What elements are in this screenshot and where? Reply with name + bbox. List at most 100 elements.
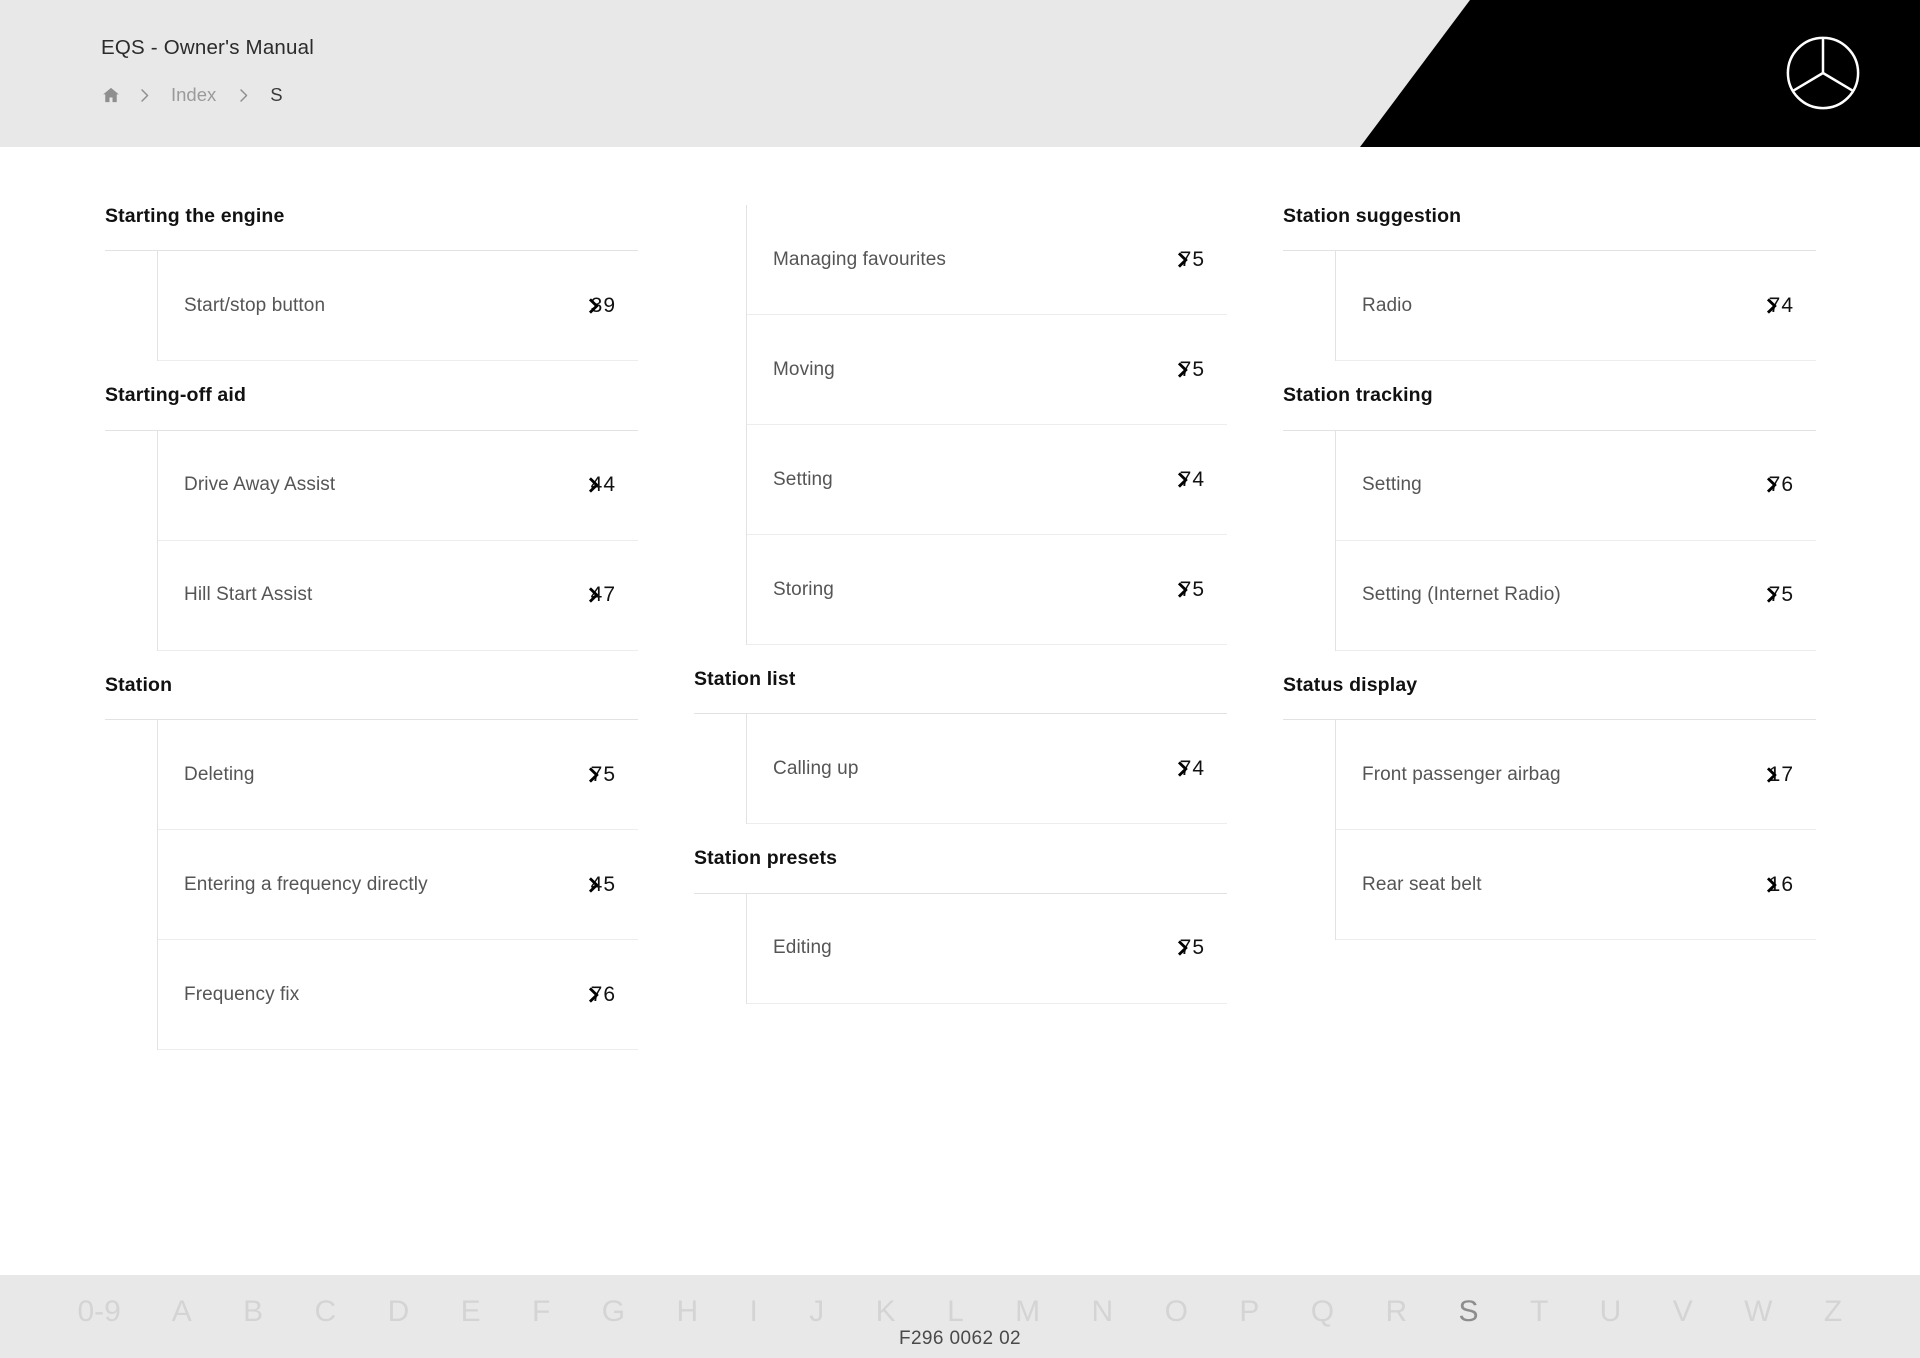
index-entry-list: Drive Away Assist 44 Hill Start Assist 47 [157, 430, 638, 651]
alphabet-letter-b[interactable]: B [218, 1275, 289, 1327]
index-group: Starting the engine Start/stop button 39 [105, 205, 638, 362]
index-entry-row[interactable]: Deleting 75 [158, 720, 638, 831]
alphabet-letter-j[interactable]: J [784, 1275, 850, 1327]
index-entry-page-number[interactable]: 75 [1159, 578, 1207, 602]
alphabet-letter-a[interactable]: A [146, 1275, 217, 1327]
page-link-chevron-icon [583, 476, 602, 495]
index-entry-row[interactable]: Radio 74 [1336, 251, 1816, 362]
alphabet-letter-l[interactable]: L [922, 1275, 990, 1327]
index-entry-label: Setting [773, 468, 833, 490]
alphabet-letter-v[interactable]: V [1647, 1275, 1718, 1327]
index-entry-label: Front passenger airbag [1362, 763, 1561, 785]
index-entry-label: Setting [1362, 474, 1422, 496]
index-entry-list: Calling up 74 [746, 714, 1227, 825]
alphabet-letter-d[interactable]: D [362, 1275, 435, 1327]
index-entry-row[interactable]: Drive Away Assist 44 [158, 431, 638, 541]
index-entry-label: Managing favourites [773, 248, 947, 270]
alphabet-letter-n[interactable]: N [1066, 1275, 1139, 1327]
index-entry-page-number[interactable]: 75 [1159, 358, 1207, 382]
index-entry-page-number[interactable]: 75 [1159, 936, 1207, 960]
index-entry-label: Entering a frequency directly [184, 873, 428, 895]
index-entry-page-number[interactable]: 75 [1748, 583, 1796, 607]
breadcrumb-home-link[interactable] [101, 85, 131, 105]
alphabet-letter-w[interactable]: W [1719, 1275, 1799, 1327]
alphabet-letter-u[interactable]: U [1574, 1275, 1647, 1327]
page-link-chevron-icon [583, 586, 602, 605]
index-entry-row[interactable]: Setting 76 [1336, 431, 1816, 541]
page-link-chevron-icon [1172, 250, 1191, 269]
index-group-heading: Status display [1283, 673, 1418, 696]
index-entry-row[interactable]: Setting (Internet Radio) 75 [1336, 541, 1816, 651]
page-link-chevron-icon [583, 296, 602, 315]
page-link-chevron-icon [583, 985, 602, 1004]
index-entry-page-number[interactable]: 76 [570, 983, 618, 1007]
index-entry-page-number[interactable]: 17 [1748, 763, 1796, 787]
alphabet-letter-e[interactable]: E [435, 1275, 506, 1327]
index-group-heading: Station tracking [1283, 384, 1433, 407]
index-entry-row[interactable]: Managing favourites 75 [747, 205, 1227, 315]
index-entry-page-number[interactable]: 74 [1159, 468, 1207, 492]
index-entry-label: Moving [773, 358, 835, 380]
alphabet-letter-i[interactable]: I [724, 1275, 784, 1327]
breadcrumb-item-current[interactable]: S [256, 84, 296, 106]
index-entry-label: Hill Start Assist [184, 584, 313, 606]
index-entry-row[interactable]: Start/stop button 39 [158, 251, 638, 362]
document-code: F296 0062 02 [898, 1328, 1022, 1349]
alphabet-letter-09[interactable]: 0-9 [52, 1275, 146, 1327]
index-entry-label: Drive Away Assist [184, 474, 336, 496]
index-entry-page-number[interactable]: 75 [570, 763, 618, 787]
alphabet-letter-s[interactable]: S [1433, 1275, 1504, 1327]
index-entry-row[interactable]: Entering a frequency directly 45 [158, 830, 638, 941]
alphabet-letter-f[interactable]: F [507, 1275, 577, 1327]
alphabet-letter-k[interactable]: K [850, 1275, 921, 1327]
index-entry-label: Storing [773, 578, 834, 600]
index-entry-list: Start/stop button 39 [157, 251, 638, 362]
index-entry-label: Frequency fix [184, 983, 300, 1005]
alphabet-letter-o[interactable]: O [1139, 1275, 1214, 1327]
alphabet-letter-h[interactable]: H [651, 1275, 724, 1327]
page-link-chevron-icon [1172, 580, 1191, 599]
index-entry-page-number[interactable]: 74 [1159, 757, 1207, 781]
page-link-chevron-icon [1172, 759, 1191, 778]
index-entry-row[interactable]: Setting 74 [747, 425, 1227, 535]
index-entry-page-number[interactable]: 16 [1748, 873, 1796, 897]
index-entry-label: Calling up [773, 757, 859, 779]
index-entry-row[interactable]: Moving 75 [747, 315, 1227, 425]
index-entry-label: Setting (Internet Radio) [1362, 584, 1561, 606]
index-entry-page-number[interactable]: 74 [1748, 294, 1796, 318]
index-entry-row[interactable]: Storing 75 [747, 535, 1227, 645]
index-entry-row[interactable]: Rear seat belt 16 [1336, 830, 1816, 941]
index-entry-row[interactable]: Calling up 74 [747, 714, 1227, 825]
index-entry-list: Managing favourites 75 Moving 75 Setting 74 St… [746, 205, 1227, 645]
index-entry-list: Setting 76 Setting (Internet Radio) 75 [1335, 430, 1816, 651]
mercedes-benz-star-logo [1784, 34, 1862, 112]
alphabet-letter-q[interactable]: Q [1285, 1275, 1360, 1327]
breadcrumb-item-index[interactable]: Index [157, 84, 230, 106]
index-group: Station presets Editing 75 [694, 824, 1227, 1004]
alphabet-letter-m[interactable]: M [990, 1275, 1066, 1327]
index-entry-page-number[interactable]: 75 [1159, 248, 1207, 272]
page-link-chevron-icon [1172, 939, 1191, 958]
alphabet-letter-c[interactable]: C [289, 1275, 362, 1327]
alphabet-letter-g[interactable]: G [576, 1275, 651, 1327]
index-entry-row[interactable]: Frequency fix 76 [158, 940, 638, 1051]
index-entry-page-number[interactable]: 76 [1748, 473, 1796, 497]
alphabet-letter-r[interactable]: R [1360, 1275, 1433, 1327]
alphabet-letter-z[interactable]: Z [1798, 1275, 1868, 1327]
index-entry-row[interactable]: Editing 75 [747, 894, 1227, 1004]
index-entry-row[interactable]: Front passenger airbag 17 [1336, 720, 1816, 831]
alphabet-letter-t[interactable]: T [1505, 1275, 1575, 1327]
index-entry-page-number[interactable]: 47 [570, 583, 618, 607]
alphabet-letter-p[interactable]: P [1214, 1275, 1285, 1327]
page-link-chevron-icon [1761, 765, 1780, 784]
brand-panel [1360, 0, 1920, 147]
index-group: Station tracking Setting 76 Setting (Intern… [1283, 361, 1816, 651]
page-link-chevron-icon [1761, 875, 1780, 894]
index-entry-page-number[interactable]: 44 [570, 473, 618, 497]
chevron-right-icon [230, 84, 256, 106]
index-group: Starting-off aid Drive Away Assist 44 Hill … [105, 361, 638, 651]
index-entry-page-number[interactable]: 45 [570, 873, 618, 897]
index-entry-page-number[interactable]: 39 [570, 294, 618, 318]
index-entry-row[interactable]: Hill Start Assist 47 [158, 541, 638, 651]
index-group-heading: Starting the engine [105, 205, 285, 227]
